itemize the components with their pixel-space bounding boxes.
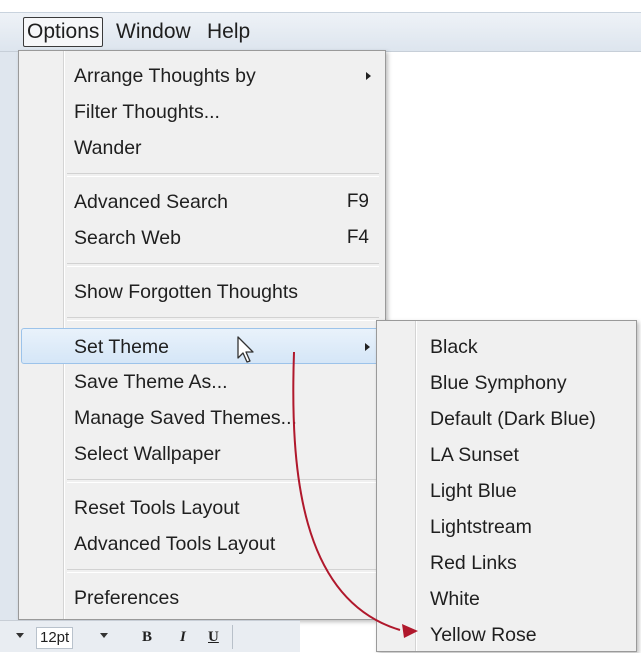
menu-item-label: Arrange Thoughts by	[74, 65, 256, 87]
menu-item-shortcut: F9	[346, 191, 369, 212]
theme-item-default-dark-blue[interactable]: Default (Dark Blue)	[430, 401, 596, 437]
menu-item-label: Set Theme	[74, 336, 170, 358]
menu-item-show-forgotten-thoughts[interactable]: Show Forgotten Thoughts	[21, 274, 383, 310]
menu-item-preferences[interactable]: Preferences	[21, 580, 383, 616]
menu-bar: Options Window Help	[0, 12, 641, 52]
theme-item-red-links[interactable]: Red Links	[430, 545, 517, 581]
menu-item-label: Preferences	[74, 587, 180, 609]
menu-item-label: Filter Thoughts...	[74, 101, 220, 123]
menu-separator	[67, 317, 379, 321]
menu-item-manage-saved-themes[interactable]: Manage Saved Themes...	[21, 400, 383, 436]
menu-item-search-web[interactable]: Search Web F4	[21, 220, 383, 256]
format-toolbar: 12pt B I U	[0, 620, 300, 652]
toolbar-divider	[232, 625, 233, 649]
menu-window[interactable]: Window	[113, 17, 194, 47]
menu-item-filter-thoughts[interactable]: Filter Thoughts...	[21, 94, 383, 130]
menu-item-arrange-thoughts[interactable]: Arrange Thoughts by	[21, 58, 383, 94]
italic-button[interactable]: I	[180, 627, 186, 647]
menu-item-label: Save Theme As...	[74, 371, 228, 393]
underline-button[interactable]: U	[208, 627, 219, 647]
font-size-select[interactable]: 12pt	[36, 627, 74, 649]
menu-item-save-theme-as[interactable]: Save Theme As...	[21, 364, 383, 400]
menu-item-shortcut: F4	[346, 227, 369, 248]
bold-button[interactable]: B	[142, 627, 152, 647]
options-menu: Arrange Thoughts by Filter Thoughts... W…	[18, 50, 386, 620]
theme-item-white[interactable]: White	[430, 581, 480, 617]
menu-item-label: Show Forgotten Thoughts	[74, 281, 299, 303]
menu-item-label: Select Wallpaper	[74, 443, 221, 465]
menu-item-label: Manage Saved Themes...	[74, 407, 297, 429]
theme-item-black[interactable]: Black	[430, 329, 478, 365]
menu-separator	[67, 173, 379, 177]
app-canvas	[385, 60, 641, 320]
menu-item-advanced-search[interactable]: Advanced Search F9	[21, 184, 383, 220]
menu-item-label: Advanced Search	[74, 191, 228, 213]
set-theme-submenu: Black Blue Symphony Default (Dark Blue) …	[376, 320, 637, 652]
menu-separator	[67, 263, 379, 267]
theme-item-blue-symphony[interactable]: Blue Symphony	[430, 365, 567, 401]
menu-separator	[67, 569, 379, 573]
theme-item-lightstream[interactable]: Lightstream	[430, 509, 532, 545]
menu-item-label: Search Web	[74, 227, 181, 249]
menu-item-set-theme[interactable]: Set Theme	[21, 328, 383, 364]
menu-separator	[67, 479, 379, 483]
menu-item-label: Wander	[74, 137, 142, 159]
submenu-arrow-icon	[366, 72, 371, 80]
theme-item-light-blue[interactable]: Light Blue	[430, 473, 517, 509]
theme-item-la-sunset[interactable]: LA Sunset	[430, 437, 519, 473]
mouse-pointer-icon	[237, 336, 254, 363]
menu-item-label: Reset Tools Layout	[74, 497, 240, 519]
menu-item-select-wallpaper[interactable]: Select Wallpaper	[21, 436, 383, 472]
theme-item-yellow-rose[interactable]: Yellow Rose	[430, 617, 537, 653]
menu-help[interactable]: Help	[204, 17, 253, 47]
menu-item-advanced-tools-layout[interactable]: Advanced Tools Layout	[21, 526, 383, 562]
submenu-arrow-icon	[365, 343, 370, 351]
menu-item-label: Advanced Tools Layout	[74, 533, 276, 555]
menu-options[interactable]: Options	[23, 17, 104, 47]
chevron-down-icon[interactable]	[100, 633, 108, 638]
menu-item-reset-tools-layout[interactable]: Reset Tools Layout	[21, 490, 383, 526]
menu-item-wander[interactable]: Wander	[21, 130, 383, 166]
menu-gutter-highlight	[416, 321, 417, 651]
chevron-down-icon[interactable]	[16, 633, 24, 638]
